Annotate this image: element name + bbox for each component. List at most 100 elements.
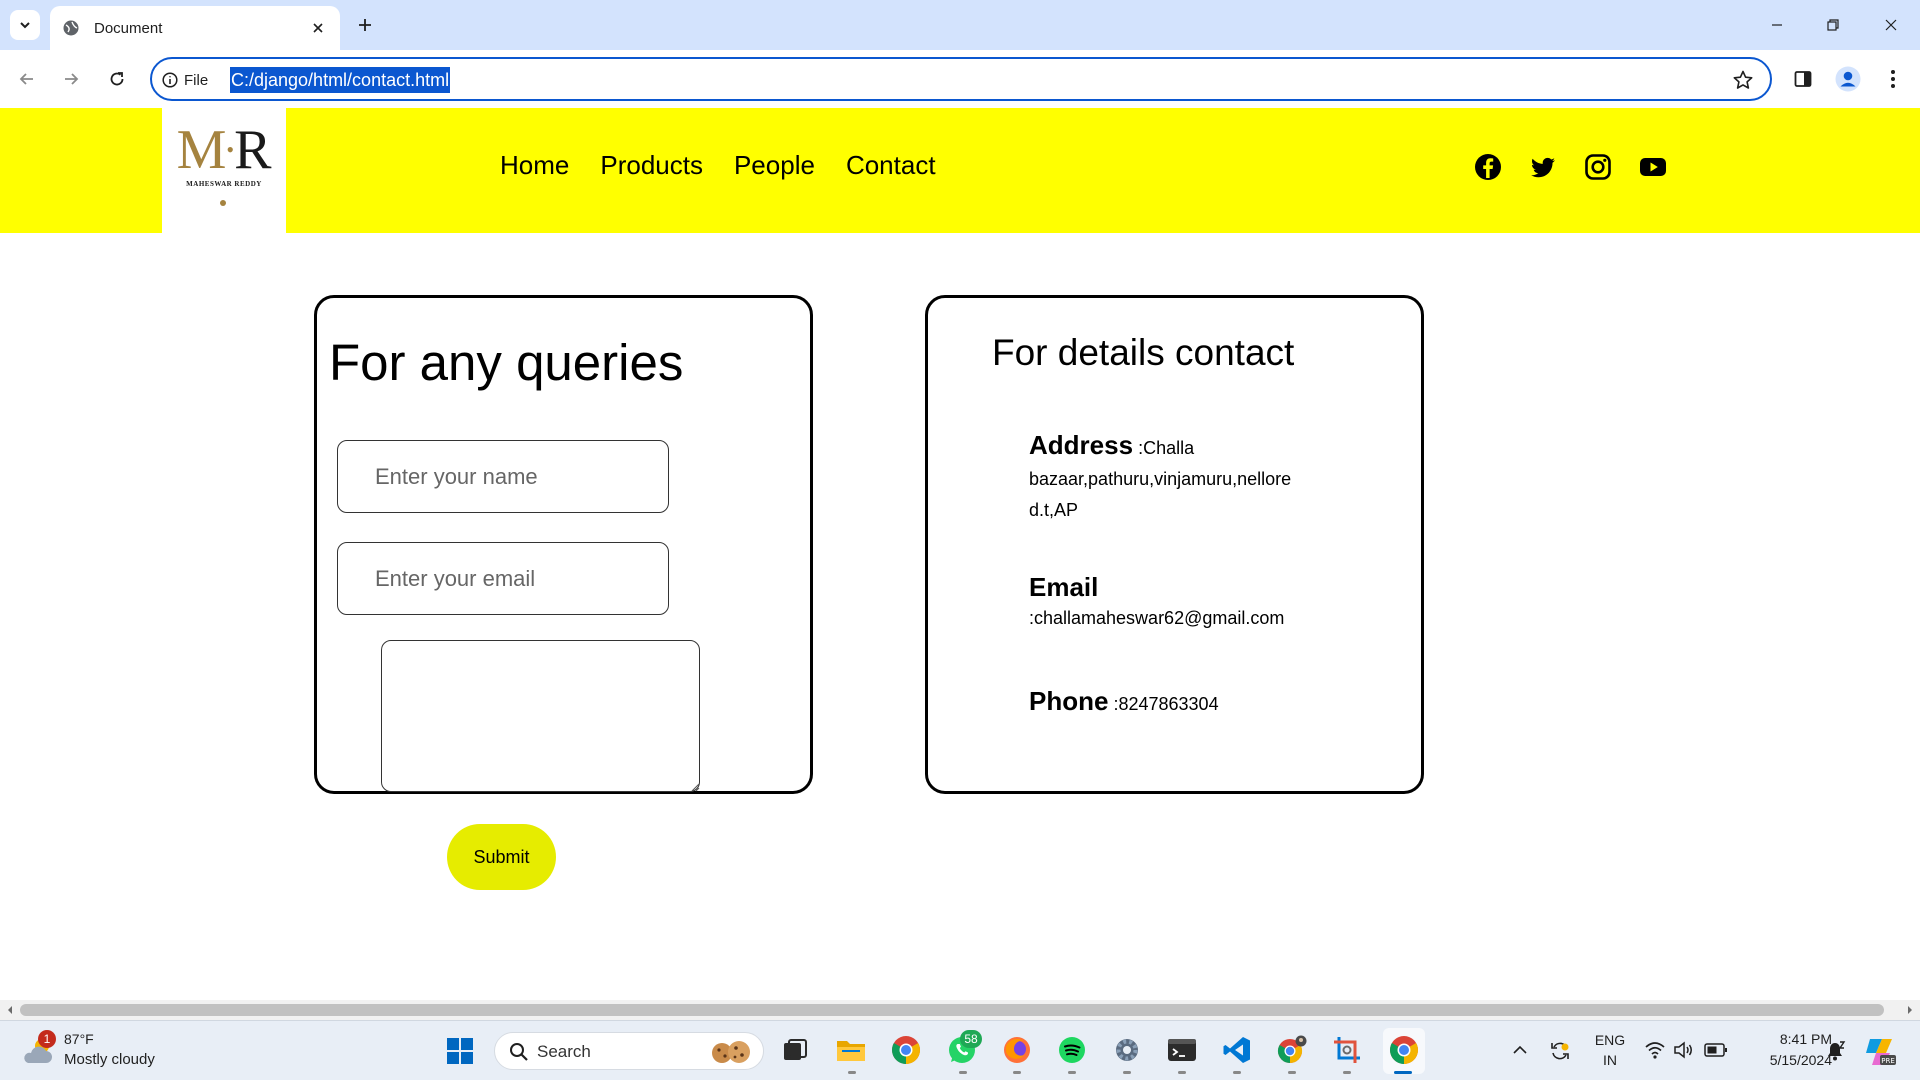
message-textarea[interactable] [381, 640, 700, 792]
back-button[interactable] [12, 64, 42, 94]
youtube-icon[interactable] [1638, 152, 1668, 182]
terminal-icon [1168, 1039, 1196, 1061]
side-panel-icon [1794, 71, 1812, 87]
running-indicator [848, 1071, 856, 1074]
browser-tab[interactable]: Document [50, 6, 340, 50]
weather-description[interactable]: Mostly cloudy [64, 1051, 155, 1068]
minimize-icon [1772, 24, 1782, 26]
site-logo[interactable]: M•R MAHESWAR REDDY [162, 108, 286, 233]
contact-details-card: For details contact Address :Challa baza… [925, 295, 1424, 794]
running-indicator [1233, 1071, 1241, 1074]
address-label: Address [1029, 430, 1134, 460]
tab-close-button[interactable] [308, 18, 328, 38]
email-label: Email [1029, 572, 1099, 602]
sync-icon[interactable] [1548, 1039, 1572, 1063]
weather-temperature[interactable]: 87°F [64, 1031, 94, 1047]
taskbar-file-explorer[interactable] [834, 1033, 868, 1067]
new-tab-button[interactable] [352, 12, 378, 38]
clock-date[interactable]: 5/15/2024 [1742, 1052, 1832, 1068]
notification-bell-icon[interactable] [1824, 1040, 1846, 1062]
scroll-left-icon[interactable] [5, 1005, 15, 1015]
svg-text:PRE: PRE [1881, 1057, 1895, 1065]
taskbar-chrome-active[interactable] [1387, 1033, 1421, 1067]
spotify-icon [1059, 1037, 1085, 1063]
nav-link-contact[interactable]: Contact [846, 150, 936, 181]
restore-icon [1827, 19, 1839, 31]
search-icon [510, 1043, 528, 1061]
copilot-icon[interactable]: PRE [1862, 1035, 1896, 1067]
taskbar-spotify[interactable] [1055, 1033, 1089, 1067]
language-indicator-line1[interactable]: ENG [1592, 1032, 1628, 1048]
browser-tab-strip: Document [0, 0, 1920, 50]
taskbar-chrome-profile[interactable] [1275, 1033, 1309, 1067]
horizontal-scrollbar[interactable] [0, 1000, 1920, 1020]
taskbar-terminal[interactable] [1165, 1033, 1199, 1067]
email-value: :challamaheswar62@gmail.com [1029, 608, 1285, 628]
taskbar-search-box[interactable]: Search [494, 1032, 764, 1070]
battery-icon[interactable] [1704, 1042, 1728, 1058]
scroll-right-icon[interactable] [1905, 1005, 1915, 1015]
site-info-chip[interactable]: File [162, 69, 208, 91]
arrow-left-icon [19, 73, 33, 85]
resize-grip-icon[interactable] [690, 782, 700, 792]
tab-title: Document [94, 19, 163, 37]
chevron-up-icon[interactable] [1512, 1043, 1528, 1057]
clock-time[interactable]: 8:41 PM [1742, 1031, 1832, 1047]
reload-button[interactable] [102, 64, 132, 94]
phone-label: Phone [1029, 686, 1109, 716]
facebook-icon[interactable] [1473, 152, 1503, 182]
task-view-button[interactable] [778, 1033, 812, 1067]
wifi-icon[interactable] [1644, 1040, 1666, 1060]
arrow-right-icon [65, 73, 79, 85]
browser-toolbar: File C:/django/html/contact.html [0, 50, 1920, 108]
site-nav: Home Products People Contact [500, 150, 936, 181]
chrome-profile-icon [1277, 1035, 1307, 1063]
nav-link-people[interactable]: People [734, 150, 815, 181]
email-block: Email :challamaheswar62@gmail.com [1029, 572, 1329, 634]
taskbar-vscode[interactable] [1220, 1033, 1254, 1067]
running-indicator [1013, 1071, 1021, 1074]
windows-start-icon[interactable] [446, 1037, 474, 1065]
email-input[interactable] [337, 542, 669, 615]
bookmark-star-icon[interactable] [1732, 69, 1754, 91]
running-indicator [1343, 1071, 1351, 1074]
url-text[interactable]: C:/django/html/contact.html [230, 67, 451, 93]
whatsapp-unread-badge: 58 [960, 1030, 982, 1048]
tab-search-button[interactable] [10, 10, 40, 40]
phone-value: :8247863304 [1113, 694, 1219, 714]
firefox-icon [1004, 1037, 1030, 1063]
browser-menu-button[interactable] [1878, 64, 1908, 94]
logo-monogram: M•R [176, 119, 272, 181]
submit-button[interactable]: Submit [447, 824, 556, 890]
taskbar-firefox[interactable] [1000, 1033, 1034, 1067]
nav-link-home[interactable]: Home [500, 150, 569, 181]
profile-button[interactable] [1833, 64, 1863, 94]
taskbar-settings[interactable] [1110, 1033, 1144, 1067]
forward-button[interactable] [56, 64, 86, 94]
side-panel-button[interactable] [1788, 64, 1818, 94]
running-indicator [1178, 1071, 1186, 1074]
twitter-icon[interactable] [1528, 152, 1558, 182]
taskbar-snipping-tool[interactable] [1330, 1033, 1364, 1067]
window-close-button[interactable] [1876, 10, 1906, 40]
address-block: Address :Challa bazaar,pathuru,vinjamuru… [1029, 430, 1329, 526]
volume-icon[interactable] [1673, 1040, 1695, 1060]
scrollbar-thumb[interactable] [20, 1004, 1884, 1016]
address-bar[interactable]: File C:/django/html/contact.html [150, 57, 1772, 101]
cookies-icon [712, 1041, 750, 1063]
profile-avatar-icon [1835, 66, 1861, 92]
minimize-button[interactable] [1762, 10, 1792, 40]
language-indicator-line2[interactable]: IN [1592, 1052, 1628, 1068]
running-indicator [1288, 1071, 1296, 1074]
taskbar-chrome[interactable] [889, 1033, 923, 1067]
name-input[interactable] [337, 440, 669, 513]
chrome-icon [892, 1036, 920, 1064]
more-vertical-icon [1891, 70, 1895, 88]
nav-link-products[interactable]: Products [600, 150, 703, 181]
instagram-icon[interactable] [1583, 152, 1613, 182]
snipping-tool-icon [1334, 1037, 1360, 1063]
running-indicator [959, 1071, 967, 1074]
restore-button[interactable] [1818, 10, 1848, 40]
gear-icon [1116, 1039, 1138, 1061]
running-indicator [1123, 1071, 1131, 1074]
